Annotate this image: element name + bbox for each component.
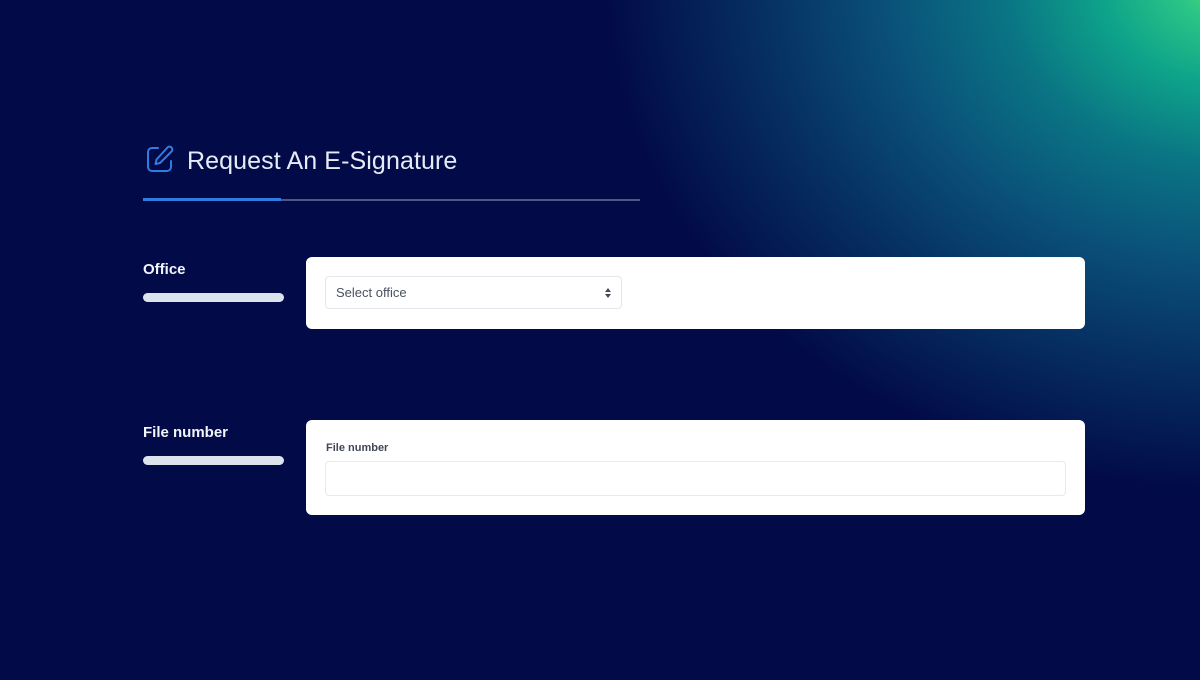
office-progress-bar — [143, 293, 284, 302]
file-number-field-label: File number — [326, 442, 389, 454]
edit-icon — [145, 144, 175, 174]
office-row-label: Office — [143, 261, 186, 278]
page-header: Request An E-Signature — [143, 142, 640, 204]
office-card: Select office — [306, 257, 1085, 329]
file-number-card: File number — [306, 420, 1085, 515]
office-select-value: Select office — [336, 285, 407, 300]
office-select[interactable]: Select office — [325, 276, 622, 309]
file-number-input[interactable] — [325, 461, 1066, 496]
header-divider-accent — [143, 198, 281, 201]
file-number-progress-bar — [143, 456, 284, 465]
file-number-row-label: File number — [143, 424, 229, 441]
sort-arrows-icon — [604, 286, 612, 300]
page-title: Request An E-Signature — [187, 147, 458, 175]
